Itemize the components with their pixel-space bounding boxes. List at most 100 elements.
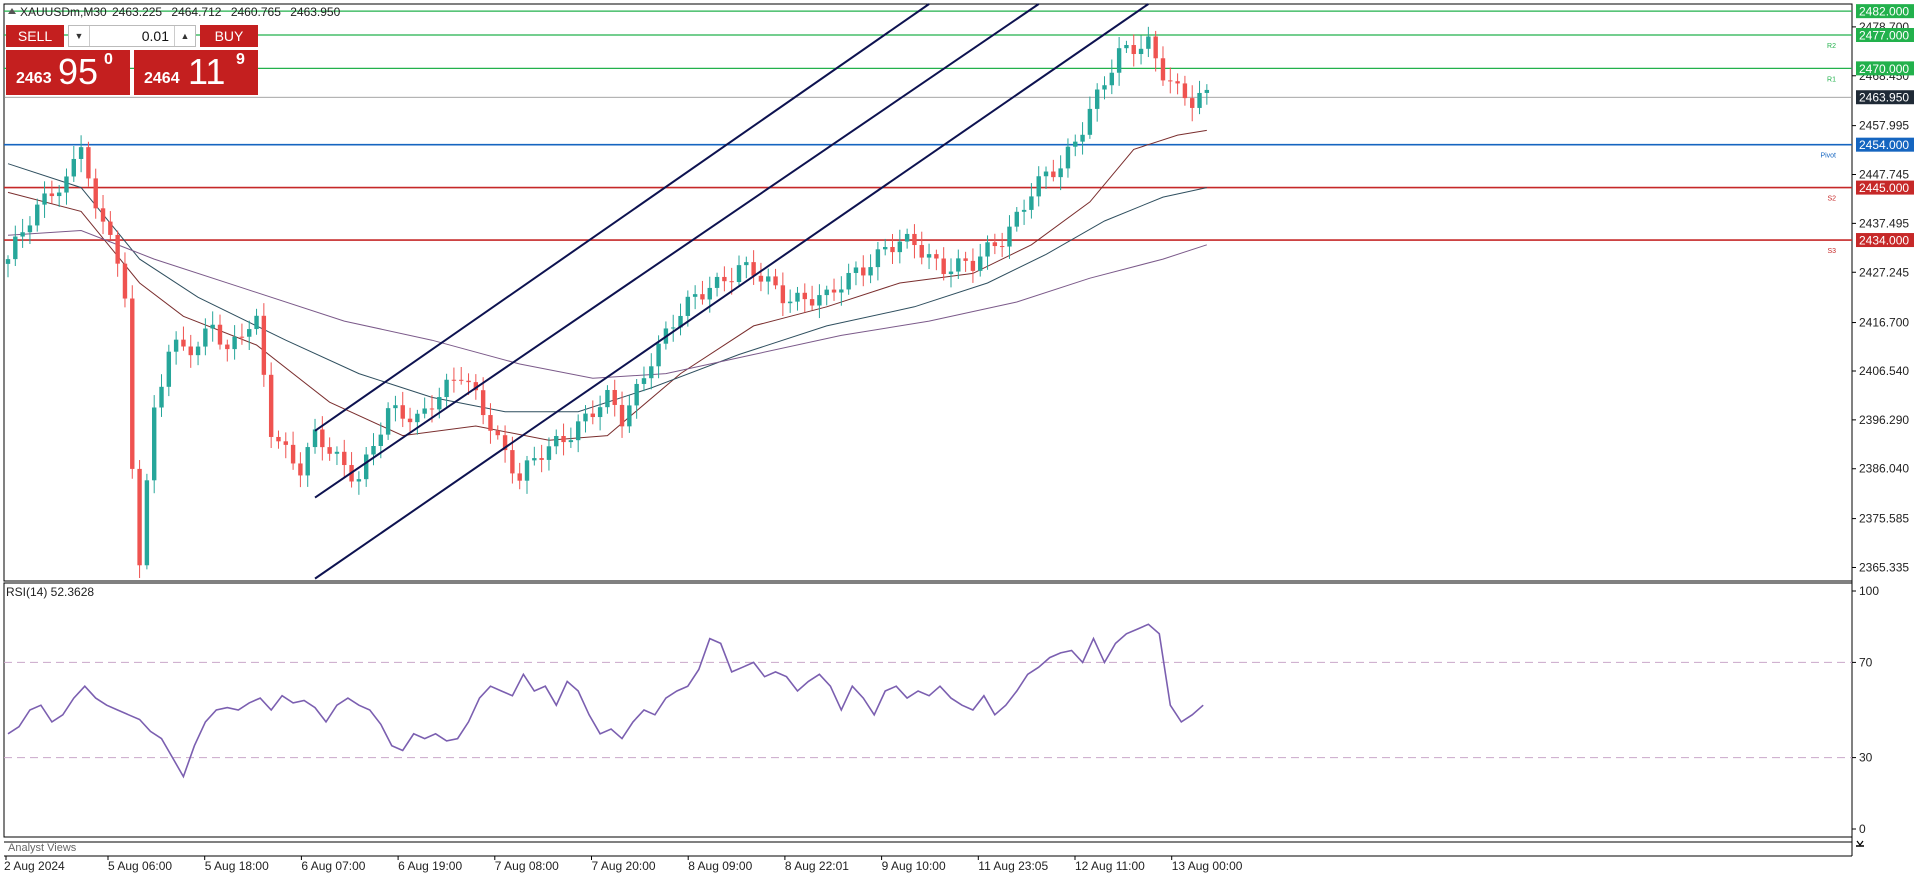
candle-body bbox=[883, 246, 888, 250]
candle-body bbox=[400, 405, 405, 419]
candle-body bbox=[956, 258, 961, 272]
buy-price-button[interactable]: 2464 11 9 bbox=[134, 50, 258, 95]
candle-body bbox=[480, 390, 486, 416]
lot-decrease-icon[interactable]: ▼ bbox=[69, 26, 90, 46]
time-tick-label: 9 Aug 10:00 bbox=[882, 859, 946, 873]
candle-body bbox=[283, 441, 288, 445]
sell-button[interactable]: SELL bbox=[6, 25, 64, 47]
candle-body bbox=[225, 344, 230, 350]
candle-body bbox=[605, 389, 610, 408]
level-label: 2470.000 bbox=[1859, 62, 1909, 76]
candle-body bbox=[166, 351, 172, 387]
candle-body bbox=[685, 296, 691, 316]
candle-body bbox=[787, 301, 793, 304]
moving-average-line bbox=[7, 163, 1207, 413]
chart-area[interactable]: R2R1PivotS2S3 2478.7002468.4502457.99524… bbox=[0, 0, 1916, 874]
candle-body bbox=[890, 246, 895, 253]
candle-body bbox=[1087, 108, 1093, 135]
lot-increase-icon[interactable]: ▲ bbox=[174, 26, 195, 46]
candle-body bbox=[575, 421, 581, 441]
sell-price-button[interactable]: 2463 95 0 bbox=[6, 50, 130, 95]
lot-size-input[interactable]: ▼ 0.01 ▲ bbox=[68, 25, 196, 47]
candle-body bbox=[342, 451, 347, 466]
price-tick-label: 2365.335 bbox=[1859, 560, 1909, 574]
candle-body bbox=[385, 408, 391, 435]
level-label: 2434.000 bbox=[1859, 234, 1909, 248]
analyst-views-label[interactable]: Analyst Views bbox=[8, 842, 77, 854]
candle-body bbox=[517, 473, 522, 481]
candle-body bbox=[327, 447, 332, 454]
candle-body bbox=[934, 254, 939, 259]
candle-body bbox=[1094, 89, 1100, 109]
candle-body bbox=[736, 265, 742, 283]
panel-scroll-icon[interactable] bbox=[1856, 840, 1864, 846]
candle-body bbox=[809, 299, 815, 306]
candle-body bbox=[729, 281, 734, 283]
candle-body bbox=[495, 430, 500, 436]
buy-button[interactable]: BUY bbox=[200, 25, 258, 47]
channel-line[interactable] bbox=[314, 3, 1149, 580]
svg-text:XAUUSDm,M30: XAUUSDm,M30 bbox=[20, 5, 107, 19]
candle-body bbox=[1036, 176, 1041, 197]
candle-body bbox=[978, 256, 983, 271]
level-label: 2454.000 bbox=[1859, 138, 1909, 152]
candle-body bbox=[71, 158, 76, 177]
candle-body bbox=[714, 276, 720, 288]
candle-body bbox=[5, 259, 11, 264]
candle-body bbox=[1153, 36, 1158, 59]
trend-channel[interactable] bbox=[314, 3, 1149, 580]
candle-body bbox=[378, 434, 384, 446]
candle-body bbox=[1007, 226, 1012, 247]
candle-body bbox=[1065, 146, 1071, 169]
candle-body bbox=[671, 327, 676, 329]
candle-body bbox=[20, 232, 25, 237]
candle-body bbox=[363, 454, 369, 480]
rsi-title: RSI(14) 52.3628 bbox=[6, 585, 94, 599]
candle-body bbox=[700, 294, 705, 300]
candle-body bbox=[276, 436, 281, 442]
candle-body bbox=[904, 233, 910, 242]
candle-body bbox=[722, 276, 727, 282]
lot-size-value[interactable]: 0.01 bbox=[142, 26, 169, 46]
candle-body bbox=[195, 346, 201, 356]
candle-body bbox=[831, 289, 837, 293]
channel-line[interactable] bbox=[314, 3, 1040, 499]
ohlc-close: 2463.950 bbox=[290, 5, 340, 19]
time-tick-label: 11 Aug 23:05 bbox=[978, 859, 1048, 873]
candle-body bbox=[1058, 168, 1063, 178]
candle-body bbox=[122, 263, 128, 299]
candle-body bbox=[100, 208, 106, 222]
candle-body bbox=[846, 272, 851, 290]
candle-body bbox=[451, 379, 457, 381]
price-tick-label: 2447.745 bbox=[1859, 168, 1909, 182]
time-tick-label: 5 Aug 06:00 bbox=[108, 859, 172, 873]
candle-body bbox=[444, 379, 449, 398]
moving-average-line bbox=[7, 229, 1207, 379]
candle-body bbox=[590, 413, 595, 418]
candle-body bbox=[27, 225, 33, 233]
price-tick-label: 2437.495 bbox=[1859, 216, 1909, 230]
buy-price-sup: 9 bbox=[236, 51, 245, 68]
candle-body bbox=[1029, 196, 1034, 210]
candle-body bbox=[758, 275, 764, 282]
candle-body bbox=[86, 147, 91, 179]
candle-body bbox=[1160, 58, 1166, 81]
candle-body bbox=[415, 413, 420, 423]
candle-body bbox=[1073, 141, 1078, 147]
candle-body bbox=[181, 339, 186, 347]
candle-body bbox=[839, 289, 844, 293]
candle-body bbox=[612, 389, 617, 405]
candle-body bbox=[1138, 48, 1144, 55]
candle-body bbox=[1190, 98, 1195, 108]
candle-body bbox=[1146, 36, 1151, 49]
candle-body bbox=[999, 246, 1005, 248]
rsi-tick-label: 0 bbox=[1859, 822, 1866, 836]
price-tick-label: 2406.540 bbox=[1859, 364, 1909, 378]
sell-price-big: 95 bbox=[58, 51, 99, 92]
candle-body bbox=[539, 458, 544, 460]
rsi-panel-frame bbox=[3, 582, 1853, 838]
candle-body bbox=[108, 221, 113, 235]
candle-body bbox=[217, 324, 223, 345]
candle-body bbox=[371, 445, 376, 455]
candle-body bbox=[656, 343, 661, 367]
